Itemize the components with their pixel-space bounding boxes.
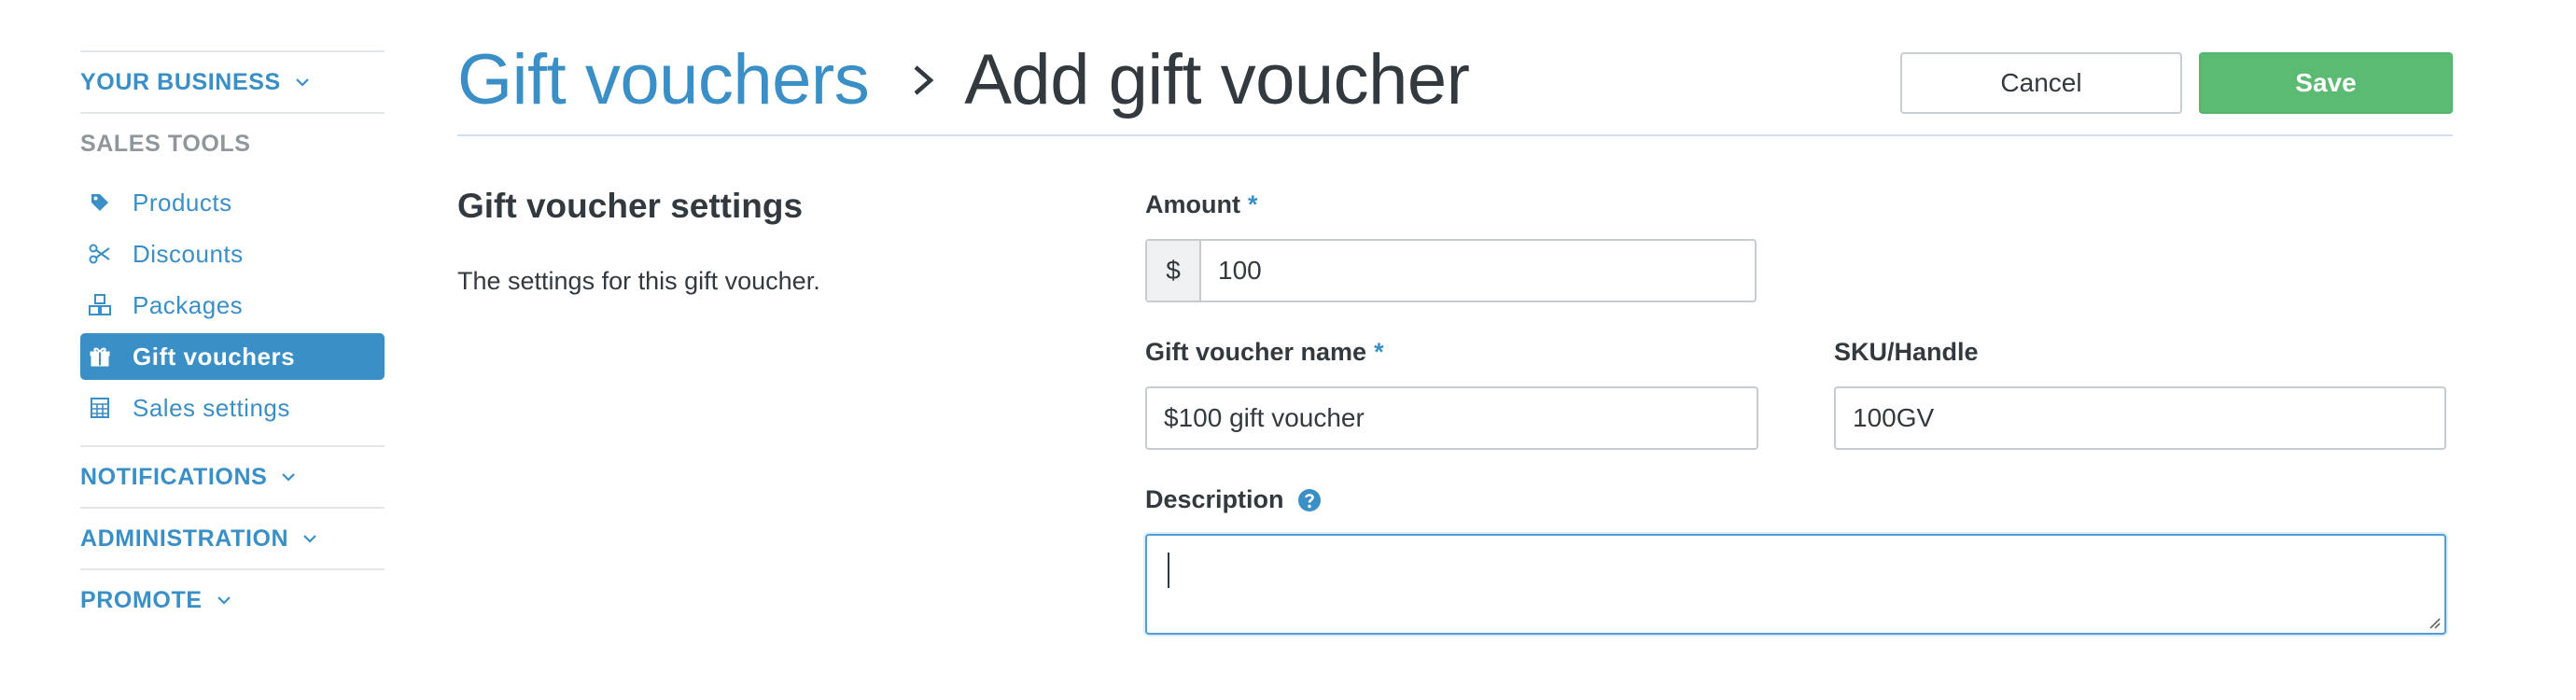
- sidebar-item-sales-settings[interactable]: Sales settings: [80, 385, 385, 431]
- amount-label: Amount *: [1145, 190, 1258, 219]
- scissors-icon: [88, 242, 112, 266]
- sku-handle-input[interactable]: [1836, 388, 2444, 448]
- sidebar-section-label: NOTIFICATIONS: [80, 463, 268, 490]
- sidebar-section-notifications[interactable]: NOTIFICATIONS: [80, 447, 385, 507]
- gift-icon: [88, 344, 112, 369]
- sku-handle-label-text: SKU/Handle: [1834, 338, 1979, 366]
- description-textarea[interactable]: [1147, 536, 2444, 633]
- chevron-down-icon: [301, 530, 318, 547]
- gift-voucher-name-label-text: Gift voucher name: [1145, 338, 1367, 366]
- gift-voucher-name-label: Gift voucher name *: [1145, 338, 1384, 367]
- section-description: The settings for this gift voucher.: [457, 267, 820, 295]
- boxes-icon: [88, 293, 112, 317]
- sidebar-section-administration[interactable]: ADMINISTRATION: [80, 509, 385, 568]
- sidebar-section-your-business[interactable]: YOUR BUSINESS: [80, 52, 385, 112]
- description-label-text: Description: [1145, 485, 1284, 513]
- sidebar-item-label: Gift vouchers: [133, 342, 296, 371]
- description-field: [1145, 534, 2446, 635]
- sidebar-item-label: Packages: [133, 290, 244, 319]
- calculator-icon: [88, 396, 112, 420]
- gift-voucher-name-input[interactable]: [1147, 388, 1757, 448]
- sidebar-item-label: Products: [133, 188, 232, 217]
- gift-voucher-name-field: [1145, 386, 1758, 450]
- sidebar-item-gift-vouchers[interactable]: Gift vouchers: [80, 333, 385, 380]
- sku-handle-field: [1834, 386, 2446, 450]
- sidebar-item-label: Discounts: [133, 239, 244, 268]
- sidebar-section-label: PROMOTE: [80, 586, 203, 613]
- text-caret: [1168, 553, 1169, 588]
- tag-icon: [88, 190, 112, 215]
- required-marker: *: [1374, 338, 1384, 366]
- chevron-down-icon: [216, 592, 232, 609]
- sidebar-section-label: ADMINISTRATION: [80, 525, 289, 552]
- section-title: Gift voucher settings: [457, 187, 804, 225]
- sidebar-section-promote[interactable]: PROMOTE: [80, 570, 385, 630]
- sales-tools-list: Products Discounts Packages Gift voucher…: [80, 174, 385, 445]
- breadcrumb-link-gift-vouchers[interactable]: Gift vouchers: [457, 45, 870, 116]
- sidebar: YOUR BUSINESS SALES TOOLS Products Disco…: [80, 50, 385, 630]
- sidebar-section-label: SALES TOOLS: [80, 130, 251, 157]
- sidebar-section-label: YOUR BUSINESS: [80, 68, 281, 95]
- page-title: Add gift voucher: [964, 40, 1470, 119]
- save-button[interactable]: Save: [2199, 52, 2453, 114]
- chevron-down-icon: [280, 469, 297, 485]
- chevron-down-icon: [294, 74, 311, 91]
- breadcrumb: Gift vouchers Add gift voucher: [457, 40, 1470, 119]
- chevron-right-icon: [910, 58, 940, 103]
- sidebar-section-sales-tools: SALES TOOLS: [80, 114, 385, 174]
- sidebar-item-products[interactable]: Products: [80, 179, 385, 226]
- amount-field: $: [1145, 239, 1757, 302]
- sidebar-item-discounts[interactable]: Discounts: [80, 231, 385, 277]
- required-marker: *: [1247, 190, 1258, 218]
- amount-label-text: Amount: [1145, 190, 1240, 218]
- sku-handle-label: SKU/Handle: [1834, 338, 1979, 367]
- sidebar-item-packages[interactable]: Packages: [80, 282, 385, 329]
- page-header: Gift vouchers Add gift voucher Cancel Sa…: [457, 37, 2453, 136]
- resize-grip-icon[interactable]: [2426, 614, 2441, 629]
- cancel-button[interactable]: Cancel: [1900, 52, 2182, 114]
- description-label: Description: [1145, 485, 1322, 514]
- sidebar-item-label: Sales settings: [133, 393, 290, 422]
- help-icon[interactable]: [1297, 488, 1322, 512]
- amount-input[interactable]: [1201, 241, 1755, 301]
- currency-prefix: $: [1147, 241, 1201, 301]
